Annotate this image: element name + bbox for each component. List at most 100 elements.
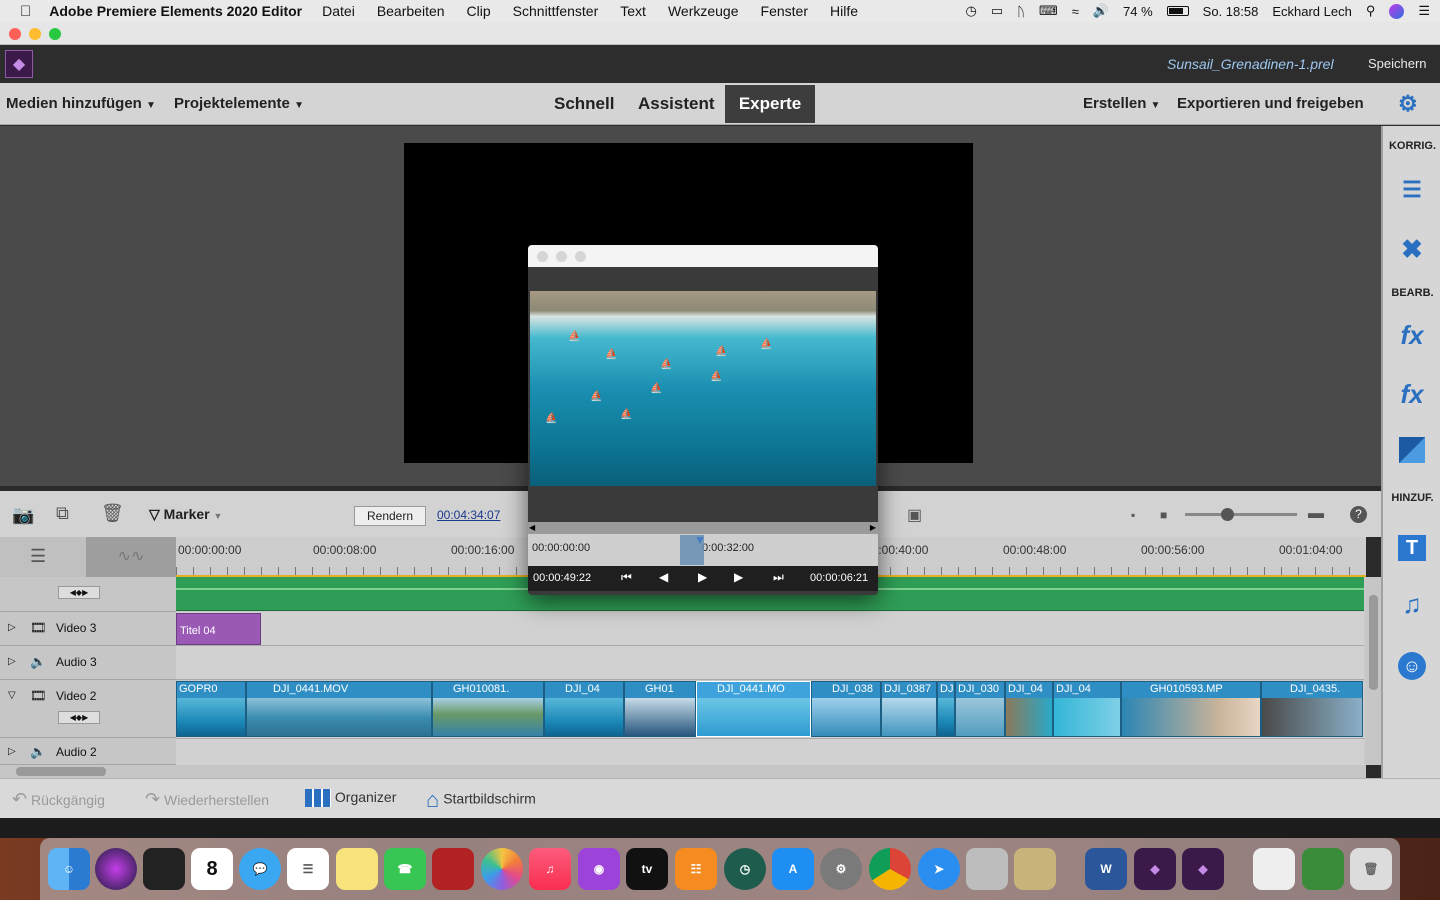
- project-assets-menu[interactable]: Projektelemente ▼: [174, 95, 304, 112]
- system-preferences-icon[interactable]: ⚙: [820, 848, 862, 890]
- video-clip[interactable]: DJI_0441.MOV: [246, 681, 432, 737]
- render-button[interactable]: Rendern: [354, 506, 426, 526]
- photo-booth-icon[interactable]: [143, 848, 185, 890]
- keyframe-controls[interactable]: ◀◆▶: [58, 711, 100, 724]
- music-app-icon[interactable]: ♫: [529, 848, 571, 890]
- downloads-folder-icon[interactable]: [1302, 848, 1344, 890]
- transitions-icon[interactable]: [1395, 437, 1429, 471]
- scrollbar-thumb[interactable]: [16, 767, 106, 776]
- adjustments-sliders-icon[interactable]: ☰: [1395, 173, 1429, 207]
- siri-dock-icon[interactable]: [95, 848, 137, 890]
- preview-playhead[interactable]: ▼: [680, 533, 706, 565]
- zoom-window-button[interactable]: [49, 28, 61, 40]
- video3-track[interactable]: [176, 612, 1364, 646]
- add-media-menu[interactable]: Medien hinzufügen ▼: [6, 95, 156, 112]
- premiere-elements-dock-icon[interactable]: ◆: [1134, 848, 1176, 890]
- tab-experte[interactable]: Experte: [725, 85, 815, 123]
- video-clip[interactable]: DJI_0435.: [1261, 681, 1363, 737]
- books-icon[interactable]: ☷: [675, 848, 717, 890]
- collapse-track-icon[interactable]: ▽: [8, 690, 16, 701]
- battery-percent[interactable]: 74 %: [1123, 4, 1153, 19]
- utility-icon[interactable]: [966, 848, 1008, 890]
- music-icon[interactable]: ♫: [1395, 587, 1429, 621]
- time-machine-dock-icon[interactable]: ◷: [724, 848, 766, 890]
- archive-utility-icon[interactable]: [1014, 848, 1056, 890]
- video-clip[interactable]: DJI_038: [811, 681, 881, 737]
- tab-schnell[interactable]: Schnell: [554, 85, 614, 123]
- time-machine-icon[interactable]: ◷: [965, 3, 976, 19]
- zoom-out-icon[interactable]: ▪: [1131, 508, 1135, 522]
- chrome-icon[interactable]: [869, 848, 911, 890]
- close-preview-button[interactable]: [537, 251, 548, 262]
- battery-icon[interactable]: [1166, 6, 1189, 16]
- track-list-icon[interactable]: ☰: [30, 546, 46, 567]
- rotate-icon[interactable]: ⧉: [56, 503, 69, 524]
- volume-icon[interactable]: 🔊: [1093, 3, 1109, 19]
- wifi-icon[interactable]: ≈: [1072, 4, 1079, 19]
- notification-center-icon[interactable]: ☰: [1418, 3, 1430, 19]
- expand-track-icon[interactable]: ▷: [8, 746, 16, 757]
- menu-werkzeuge[interactable]: Werkzeuge: [668, 3, 739, 19]
- timeline-zoom-slider[interactable]: [1185, 508, 1297, 521]
- menu-clip[interactable]: Clip: [467, 3, 491, 19]
- zoom-preview-button[interactable]: [575, 251, 586, 262]
- zoom-slider-handle[interactable]: [1221, 508, 1234, 521]
- timeline-horizontal-scrollbar[interactable]: [0, 765, 1366, 778]
- settings-gear-icon[interactable]: ⚙: [1398, 91, 1418, 117]
- audio-waveform-toggle[interactable]: ∿∿: [86, 537, 176, 577]
- organizer-button[interactable]: Organizer: [305, 789, 396, 808]
- clock[interactable]: So. 18:58: [1203, 4, 1259, 19]
- user-name[interactable]: Eckhard Lech: [1272, 4, 1352, 19]
- video-clip[interactable]: DJI_04: [1005, 681, 1053, 737]
- home-screen-button[interactable]: ⌂ Startbildschirm: [426, 787, 536, 813]
- video-clip[interactable]: DJI_04: [1053, 681, 1121, 737]
- out-point-marker[interactable]: ▶: [870, 523, 876, 532]
- app-name-menu[interactable]: Adobe Premiere Elements 2020 Editor: [49, 3, 302, 19]
- expand-track-icon[interactable]: ▷: [8, 656, 16, 667]
- scrollbar-thumb[interactable]: [1369, 595, 1378, 690]
- expand-track-icon[interactable]: ▷: [8, 622, 16, 633]
- applied-effects-icon[interactable]: fx: [1395, 318, 1429, 352]
- go-to-end-icon[interactable]: ⏭: [773, 570, 784, 585]
- trash-icon[interactable]: 🗑: [101, 503, 124, 524]
- video-clip[interactable]: GOPR0: [176, 681, 246, 737]
- reminders-icon[interactable]: ☰: [287, 848, 329, 890]
- bluetooth-icon[interactable]: ᚢ: [1017, 4, 1025, 19]
- keyframe-controls[interactable]: ◀◆▶: [58, 586, 100, 599]
- timeline-duration[interactable]: 00:04:34:07: [437, 508, 500, 522]
- tab-assistent[interactable]: Assistent: [638, 85, 715, 123]
- export-share-button[interactable]: Exportieren und freigeben: [1177, 95, 1364, 112]
- undo-button[interactable]: ↶ Rückgängig: [12, 789, 105, 810]
- notes-icon[interactable]: [336, 848, 378, 890]
- effects-icon[interactable]: fx: [1395, 377, 1429, 411]
- messages-bubble-icon[interactable]: 💬: [239, 848, 281, 890]
- timeline-vertical-scrollbar[interactable]: [1366, 577, 1381, 765]
- video-clip[interactable]: GH010081.: [432, 681, 544, 737]
- photos-icon[interactable]: [481, 848, 523, 890]
- calendar-icon[interactable]: 8: [191, 848, 233, 890]
- close-window-button[interactable]: [9, 28, 21, 40]
- go-to-start-icon[interactable]: ⏮: [621, 570, 632, 585]
- apple-tv-icon[interactable]: tv: [626, 848, 668, 890]
- photo-app-icon[interactable]: [432, 848, 474, 890]
- minimize-preview-button[interactable]: [556, 251, 567, 262]
- in-point-marker[interactable]: ◀: [529, 523, 535, 532]
- camera-snapshot-icon[interactable]: 📷: [12, 505, 34, 526]
- create-menu[interactable]: Erstellen ▼: [1083, 95, 1160, 112]
- video2-track[interactable]: GOPR0 DJI_0441.MOV GH010081. DJI_04 GH01…: [176, 681, 1364, 739]
- video-clip[interactable]: DJI_0387: [881, 681, 937, 737]
- podcasts-icon[interactable]: ◉: [578, 848, 620, 890]
- video-clip[interactable]: DJ: [937, 681, 955, 737]
- airplay-icon[interactable]: ▭: [991, 3, 1003, 19]
- title-clip[interactable]: Titel 04: [176, 613, 261, 645]
- premiere-elements-editor-dock-icon[interactable]: ◆: [1182, 848, 1224, 890]
- minimize-window-button[interactable]: [29, 28, 41, 40]
- marker-menu[interactable]: ▽ Marker ▼: [149, 506, 222, 523]
- menu-schnittfenster[interactable]: Schnittfenster: [513, 3, 599, 19]
- menu-fenster[interactable]: Fenster: [761, 3, 808, 19]
- menu-hilfe[interactable]: Hilfe: [830, 3, 858, 19]
- zoom-in-icon[interactable]: ▬: [1308, 505, 1324, 523]
- siri-icon[interactable]: [1389, 3, 1405, 19]
- trash-dock-icon[interactable]: 🗑: [1350, 848, 1392, 890]
- apple-icon[interactable]: : [20, 3, 31, 20]
